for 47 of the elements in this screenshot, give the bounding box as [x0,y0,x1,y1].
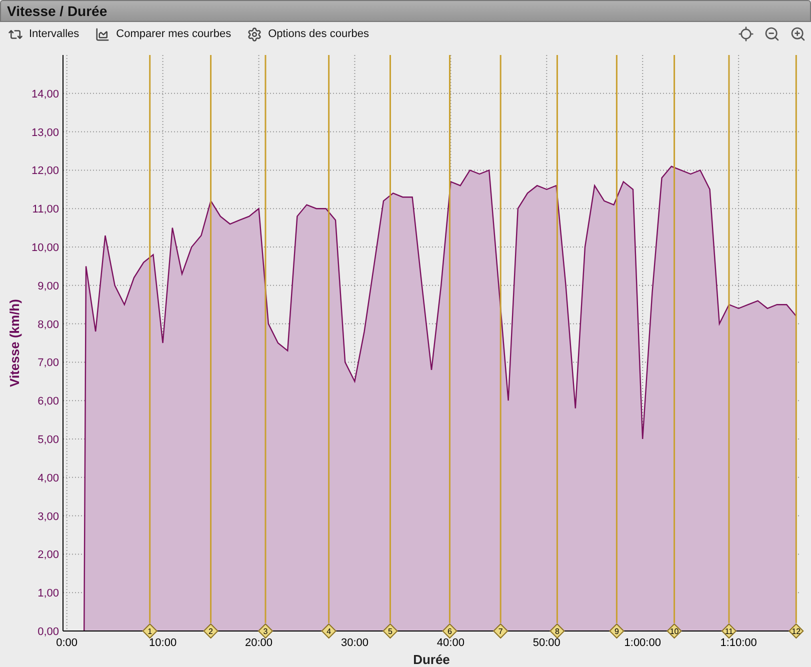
panel-title: Vitesse / Durée [7,3,108,19]
interval-marker[interactable]: 12 [788,623,804,639]
interval-marker[interactable]: 1 [142,623,158,639]
y-tick-label: 13,00 [31,126,59,139]
interval-marker[interactable]: 11 [721,623,737,639]
y-tick-label: 10,00 [31,242,59,254]
y-tick-label: 8,00 [38,318,59,331]
interval-marker[interactable]: 4 [321,623,337,639]
x-tick-label: 0:00 [56,637,78,649]
y-tick-label: 5,00 [38,434,59,446]
interval-marker[interactable]: 9 [609,623,624,639]
toolbar-button[interactable]: Comparer mes courbes [91,23,236,45]
y-tick-label: 2,00 [38,549,59,562]
zoom-out-icon [764,26,780,42]
interval-marker[interactable]: 3 [258,623,274,639]
interval-marker[interactable]: 6 [442,623,458,639]
y-tick-label: 12,00 [31,165,59,178]
zoom-button[interactable] [737,24,755,44]
y-tick-label: 14,00 [31,88,59,100]
interval-marker[interactable]: 10 [666,623,682,639]
gear-icon [247,26,262,42]
chart-icon [95,26,110,42]
y-tick-label: 9,00 [38,280,59,292]
x-tick-label: 1:10:00 [720,637,757,649]
toolbar-button[interactable]: Intervalles [4,23,84,45]
x-tick-label: 30:00 [340,637,368,649]
x-tick-label: 10:00 [149,637,177,649]
y-tick-label: 4,00 [38,472,59,484]
x-axis-title: Durée [413,652,450,667]
y-tick-label: 6,00 [38,396,59,408]
x-tick-label: 20:00 [245,637,273,649]
y-tick-label: 1,00 [38,588,59,600]
interval-marker[interactable]: 8 [550,623,565,639]
interval-marker[interactable]: 5 [382,623,398,639]
y-tick-label: 0,00 [38,626,59,638]
y-tick-label: 3,00 [38,510,59,523]
x-tick-label: 1:00:00 [624,637,661,649]
interval-marker[interactable]: 2 [203,623,218,639]
interval-marker[interactable]: 7 [492,623,508,639]
y-tick-label: 7,00 [38,357,59,370]
zoom-reset-icon [738,26,754,42]
toolbar-button[interactable]: Options des courbes [243,23,373,45]
y-tick-label: 11,00 [32,204,59,216]
zoom-in-icon [790,26,806,42]
y-axis-title: Vitesse (km/h) [7,299,22,387]
x-tick-label: 40:00 [436,637,464,649]
x-tick-label: 50:00 [532,637,560,649]
